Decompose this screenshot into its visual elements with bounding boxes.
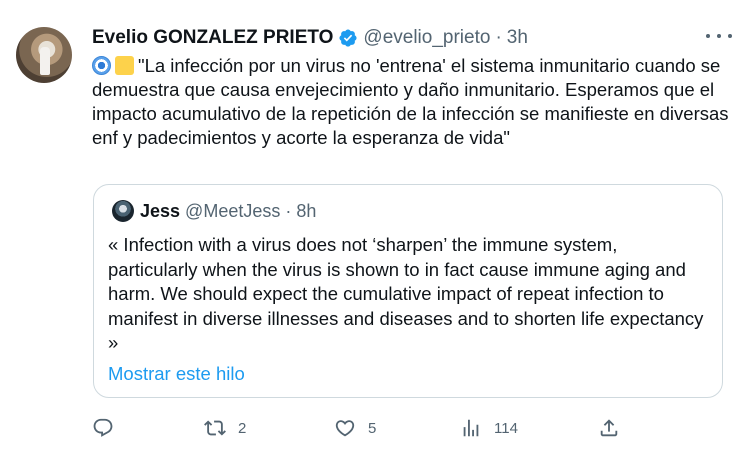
like-count: 5 bbox=[368, 419, 377, 437]
quote-author-handle[interactable]: @MeetJess bbox=[185, 201, 280, 222]
views-chart-icon bbox=[463, 419, 479, 437]
blue-circle-emoji bbox=[92, 56, 111, 75]
reply-button[interactable] bbox=[92, 414, 126, 442]
separator-dot: · bbox=[495, 27, 502, 48]
author-handle[interactable]: @evelio_prieto bbox=[363, 27, 490, 49]
reply-icon bbox=[93, 418, 113, 437]
like-button[interactable]: 5 bbox=[334, 414, 376, 442]
quote-author-name[interactable]: Jess bbox=[140, 201, 180, 222]
tweet-text: "La infección por un virus no 'entrena' … bbox=[92, 54, 732, 150]
author-avatar[interactable] bbox=[16, 27, 72, 83]
quoted-tweet[interactable]: Jess @MeetJess · 8h « Infection with a v… bbox=[93, 184, 723, 398]
quote-author-avatar[interactable] bbox=[112, 200, 134, 222]
quote-header: Jess @MeetJess · 8h bbox=[112, 199, 316, 223]
yellow-square-emoji bbox=[115, 56, 134, 75]
retweet-button[interactable]: 2 bbox=[204, 414, 246, 442]
quote-timestamp[interactable]: 8h bbox=[296, 201, 316, 222]
tweet-body: "La infección por un virus no 'entrena' … bbox=[92, 55, 729, 148]
tweet-timestamp[interactable]: 3h bbox=[507, 27, 528, 49]
show-thread-link[interactable]: Mostrar este hilo bbox=[108, 363, 245, 385]
more-options-icon[interactable] bbox=[706, 26, 732, 46]
avatar-figure bbox=[40, 47, 50, 75]
views-button[interactable]: 114 bbox=[460, 414, 518, 442]
action-bar: 2 5 114 bbox=[92, 414, 732, 442]
views-count: 114 bbox=[494, 419, 518, 437]
quote-text: « Infection with a virus does not ‘sharp… bbox=[108, 234, 704, 353]
verified-badge-icon bbox=[339, 29, 357, 47]
share-button[interactable] bbox=[598, 414, 620, 442]
heart-icon bbox=[335, 420, 355, 437]
author-name[interactable]: Evelio GONZALEZ PRIETO bbox=[92, 27, 333, 49]
quote-separator-dot: · bbox=[285, 200, 292, 221]
tweet-header: Evelio GONZALEZ PRIETO @evelio_prieto · … bbox=[92, 25, 528, 51]
share-icon bbox=[600, 419, 618, 437]
retweet-icon bbox=[204, 420, 226, 436]
retweet-count: 2 bbox=[238, 419, 247, 437]
